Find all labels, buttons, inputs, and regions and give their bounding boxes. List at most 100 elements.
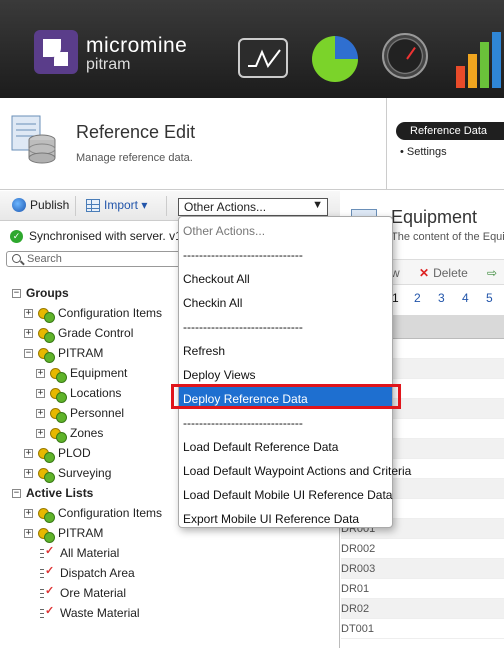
gauge-app-icon[interactable] — [382, 33, 428, 79]
tree-label: PLOD — [58, 446, 91, 460]
row-id: DR002 — [341, 543, 376, 555]
table-icon — [86, 198, 100, 212]
delete-button[interactable]: ✕ Delete — [419, 266, 468, 280]
tree-label: All Material — [60, 546, 120, 560]
menu-item-load-default-mobile-ui[interactable]: Load Default Mobile UI Reference Data — [179, 483, 392, 505]
menu-item-refresh[interactable]: Refresh — [179, 339, 392, 361]
delete-label: Delete — [433, 266, 468, 280]
tree-node-plod[interactable]: + PLOD — [24, 444, 91, 463]
tree-label: Ore Material — [60, 586, 127, 600]
tree-node-waste-material[interactable]: Waste Material — [40, 604, 140, 622]
expand-icon[interactable]: + — [24, 528, 33, 538]
tree-node-ore-material[interactable]: Ore Material — [40, 584, 126, 602]
tree-node-all-material[interactable]: All Material — [40, 544, 119, 562]
tree-label: Waste Material — [60, 606, 140, 620]
table-row[interactable]: DR003 — [341, 559, 504, 579]
page-1[interactable]: 1 — [392, 291, 399, 305]
tree-node-equipment[interactable]: + Equipment — [36, 364, 128, 383]
nav-reference-data[interactable]: Reference Data — [396, 122, 504, 140]
sync-status: ✓ Synchronised with server. v193 — [10, 229, 195, 243]
tree-label: PITRAM — [58, 526, 104, 540]
table-row[interactable]: DR01 — [341, 579, 504, 599]
page-4[interactable]: 4 — [462, 291, 469, 305]
pie-chart-app-icon[interactable] — [312, 36, 358, 82]
tree-node-locations[interactable]: + Locations — [36, 384, 121, 403]
expand-icon[interactable]: + — [24, 328, 33, 338]
collapse-icon[interactable]: − — [12, 288, 21, 298]
expand-icon[interactable]: + — [36, 388, 45, 398]
menu-item-checkin-all[interactable]: Checkin All — [179, 291, 392, 313]
expand-icon[interactable]: + — [24, 468, 33, 478]
expand-icon[interactable]: + — [36, 408, 45, 418]
expand-icon[interactable]: + — [24, 308, 33, 318]
menu-item-load-default-waypoint[interactable]: Load Default Waypoint Actions and Criter… — [179, 459, 411, 481]
search-icon — [12, 254, 21, 263]
brand-name: micromine — [86, 34, 188, 57]
page-5[interactable]: 5 — [486, 291, 493, 305]
import-label: Import ▾ — [104, 198, 148, 212]
nav-settings[interactable]: • Settings — [400, 146, 447, 158]
sync-status-text: Synchronised with server. v193 — [29, 229, 196, 243]
group-node-icon — [38, 466, 55, 483]
tree-node-al-pitram[interactable]: + PITRAM — [24, 524, 104, 543]
tree-node-surveying[interactable]: + Surveying — [24, 464, 111, 483]
page-3[interactable]: 3 — [438, 291, 445, 305]
group-node-icon — [38, 506, 55, 523]
group-node-icon — [38, 446, 55, 463]
menu-item-load-default-reference-data[interactable]: Load Default Reference Data — [179, 435, 392, 457]
globe-icon — [12, 198, 26, 212]
tree-node-grade-control[interactable]: + Grade Control — [24, 324, 133, 343]
tree-label: Configuration Items — [58, 306, 163, 320]
tree-label: Equipment — [70, 366, 128, 380]
menu-item-checkout-all[interactable]: Checkout All — [179, 267, 392, 289]
expand-icon[interactable]: + — [24, 448, 33, 458]
expand-icon[interactable]: + — [36, 428, 45, 438]
menu-separator: ------------------------------ — [183, 320, 303, 334]
menu-item-deploy-views[interactable]: Deploy Views — [179, 363, 392, 385]
row-id: DT001 — [341, 623, 375, 635]
tree-node-dispatch-area[interactable]: Dispatch Area — [40, 564, 135, 582]
highlight-annotation — [171, 384, 401, 409]
bar-chart-app-icon[interactable] — [452, 28, 504, 88]
tree-label: Groups — [26, 286, 69, 300]
expand-icon[interactable]: + — [36, 368, 45, 378]
group-node-icon — [50, 406, 67, 423]
other-actions-value: Other Actions... — [184, 200, 267, 214]
waveform-app-icon[interactable] — [238, 38, 288, 78]
checklist-icon — [40, 544, 55, 559]
menu-item-other-actions[interactable]: Other Actions... — [179, 219, 392, 241]
toolbar-divider — [75, 196, 76, 216]
tree-node-al-configuration-items[interactable]: + Configuration Items — [24, 504, 163, 523]
page-2[interactable]: 2 — [414, 291, 421, 305]
publish-button[interactable]: Publish — [12, 198, 69, 212]
group-node-icon — [50, 386, 67, 403]
page-header: Reference Edit Manage reference data. Re… — [0, 98, 504, 190]
tree-label: Active Lists — [26, 486, 94, 500]
tree-node-personnel[interactable]: + Personnel — [36, 404, 124, 423]
table-row[interactable]: DR002 — [341, 539, 504, 559]
tree-node-configuration-items[interactable]: + Configuration Items — [24, 304, 163, 323]
other-actions-select[interactable]: Other Actions... ▼ — [178, 198, 328, 216]
page-subtitle: Manage reference data. — [76, 152, 193, 164]
collapse-icon[interactable]: − — [24, 348, 33, 358]
group-node-icon — [38, 306, 55, 323]
micromine-logo-icon — [34, 30, 78, 74]
database-icon — [10, 112, 58, 164]
group-node-icon — [50, 366, 67, 383]
tree-node-groups[interactable]: − Groups — [12, 284, 69, 302]
expand-icon[interactable]: + — [24, 508, 33, 518]
row-id: DR02 — [341, 603, 370, 615]
export-icon[interactable]: ⇨ — [487, 266, 497, 280]
menu-item-export-mobile-ui[interactable]: Export Mobile UI Reference Data — [179, 507, 392, 529]
collapse-icon[interactable]: − — [12, 488, 21, 498]
tree-node-pitram[interactable]: − PITRAM — [24, 344, 103, 363]
table-row[interactable]: DT001 — [341, 619, 504, 639]
tree-label: Configuration Items — [58, 506, 163, 520]
table-row[interactable]: DR02 — [341, 599, 504, 619]
group-node-icon — [50, 426, 67, 443]
tree-node-active-lists[interactable]: − Active Lists — [12, 484, 93, 502]
tree-node-zones[interactable]: + Zones — [36, 424, 103, 443]
checklist-icon — [40, 564, 55, 579]
search-placeholder: Search — [27, 253, 62, 265]
import-button[interactable]: Import ▾ — [86, 198, 147, 212]
